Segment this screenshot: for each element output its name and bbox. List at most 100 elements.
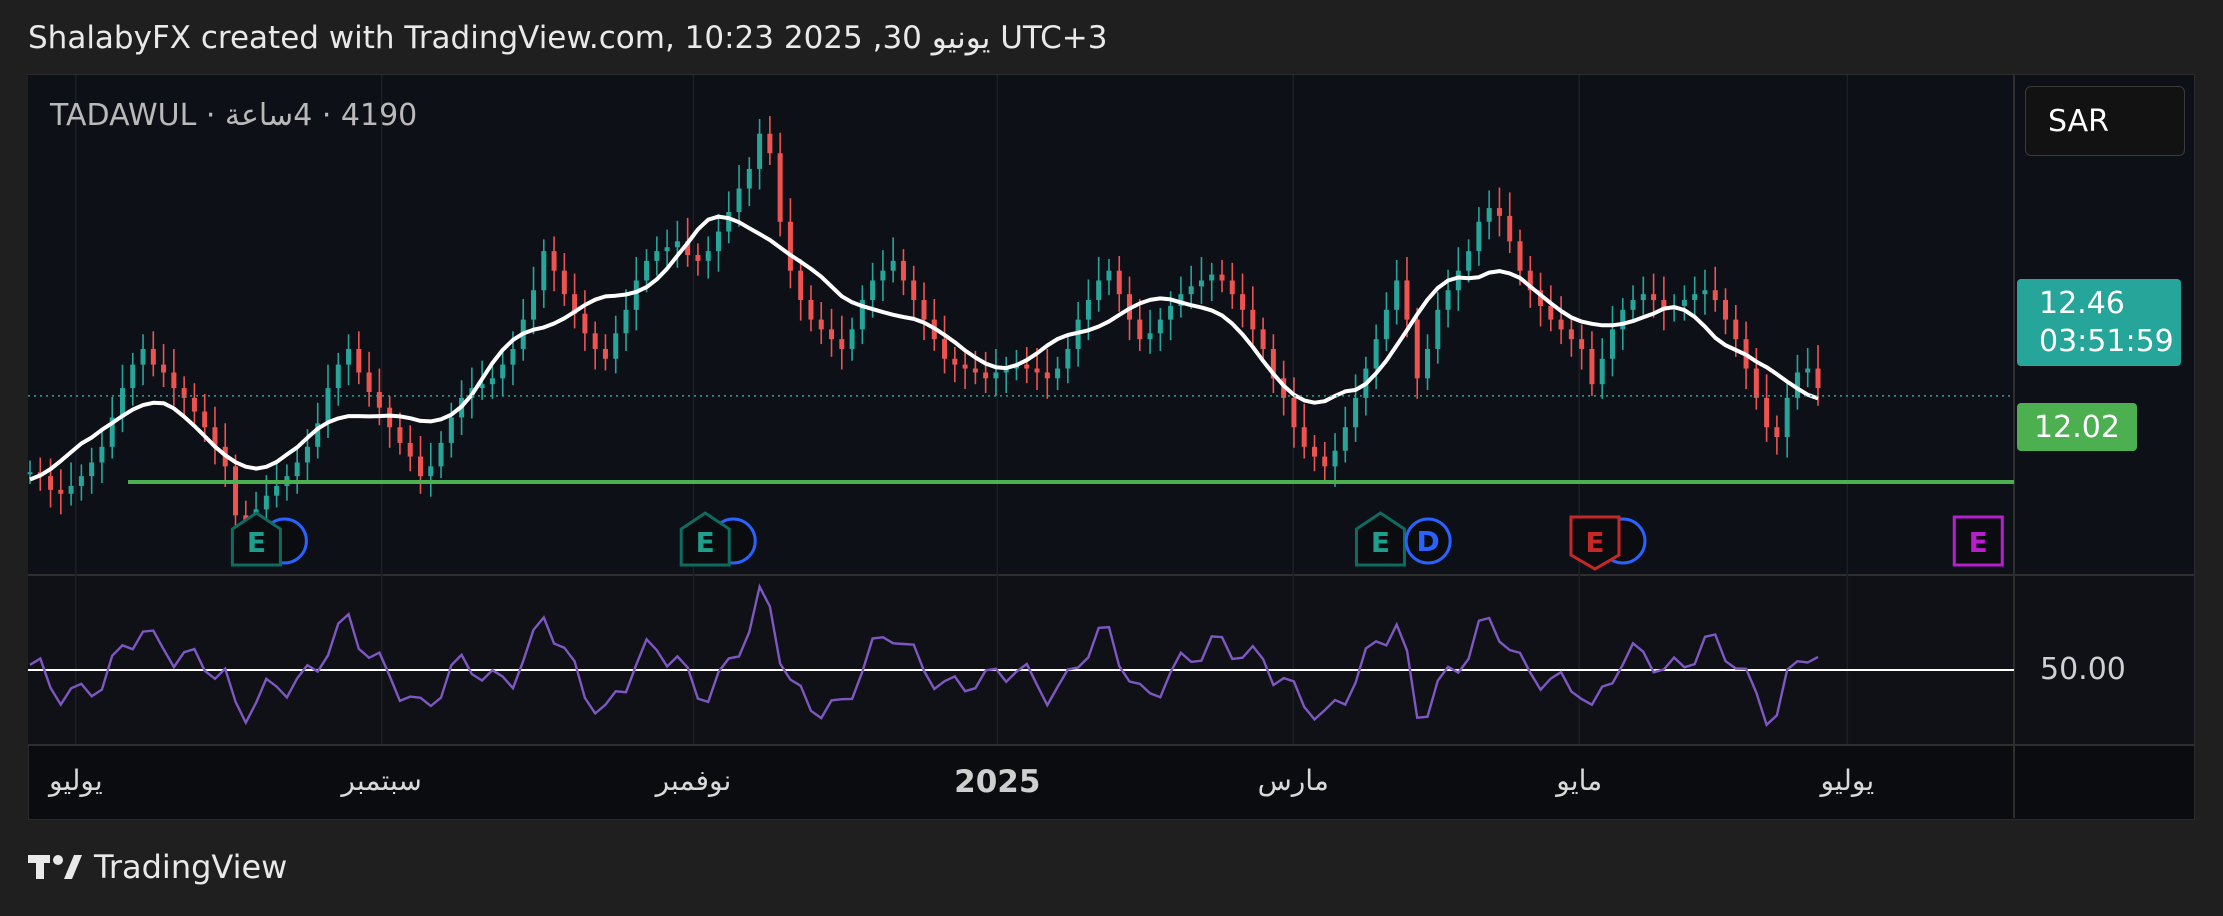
chart-canvas[interactable]: EEEDEE bbox=[0, 0, 2223, 916]
candle-body bbox=[541, 251, 547, 291]
candle-body bbox=[757, 133, 763, 169]
candle-body bbox=[890, 260, 896, 271]
support-price-tag: 12.02 bbox=[2017, 403, 2137, 451]
candle-body bbox=[736, 188, 742, 212]
candle-body bbox=[972, 368, 978, 373]
candle-body bbox=[952, 358, 958, 365]
candle-body bbox=[1753, 368, 1759, 398]
candle-body bbox=[1373, 339, 1379, 369]
candle-body bbox=[346, 348, 352, 365]
candle-body bbox=[1322, 456, 1328, 467]
candle-body bbox=[1229, 280, 1235, 295]
candle-body bbox=[551, 251, 557, 271]
candle-body bbox=[1198, 280, 1204, 287]
candle-body bbox=[407, 442, 413, 457]
candle-body bbox=[1168, 305, 1174, 320]
candle-body bbox=[428, 466, 434, 477]
candle-body bbox=[1445, 290, 1451, 310]
candle-body bbox=[633, 280, 639, 310]
candle-body bbox=[1774, 427, 1780, 438]
last-price-value: 12.46 bbox=[2039, 286, 2125, 321]
earnings-icon-letter: E bbox=[1969, 526, 1988, 559]
candle-body bbox=[1517, 241, 1523, 271]
candle-body bbox=[48, 476, 54, 490]
earnings-icon-letter: E bbox=[1585, 526, 1604, 559]
earnings-icon-letter: E bbox=[247, 526, 266, 559]
candle-body bbox=[1630, 300, 1636, 310]
candle-body bbox=[294, 462, 300, 477]
candle-body bbox=[911, 280, 917, 301]
footer-brand[interactable]: TradingView bbox=[28, 848, 287, 886]
candle-body bbox=[27, 472, 33, 475]
candle-body bbox=[695, 255, 701, 261]
candle-body bbox=[962, 364, 968, 369]
candle-body bbox=[1240, 294, 1246, 310]
candle-body bbox=[1157, 319, 1163, 334]
candle-body bbox=[1291, 397, 1297, 428]
candle-body bbox=[880, 270, 886, 281]
bar-countdown: 03:51:59 bbox=[2039, 324, 2174, 359]
candle-body bbox=[1024, 364, 1030, 369]
candle-body bbox=[1250, 309, 1256, 330]
time-axis-label: يوليو bbox=[1820, 764, 1875, 797]
candle-body bbox=[202, 411, 208, 428]
candle-body bbox=[1342, 427, 1348, 451]
candle-body bbox=[1394, 280, 1400, 310]
candle-body bbox=[1702, 290, 1708, 295]
candle-body bbox=[798, 270, 804, 301]
candle-body bbox=[1137, 319, 1143, 340]
candle-body bbox=[99, 446, 105, 463]
time-axis-label: مايو bbox=[1556, 764, 1603, 797]
time-axis-label: مارس bbox=[1257, 764, 1329, 797]
candle-body bbox=[489, 378, 495, 385]
candle-body bbox=[746, 168, 752, 189]
candle-body bbox=[1034, 368, 1040, 373]
candle-body bbox=[1414, 319, 1420, 379]
candle-body bbox=[1589, 348, 1595, 385]
candle-body bbox=[787, 221, 793, 271]
candle-body bbox=[417, 456, 423, 477]
candle-body bbox=[1065, 348, 1071, 369]
candle-body bbox=[715, 231, 721, 252]
candle-body bbox=[983, 372, 989, 379]
candle-body bbox=[674, 241, 680, 248]
currency-button[interactable]: SAR bbox=[2025, 86, 2185, 156]
candle-body bbox=[582, 313, 588, 334]
candle-body bbox=[89, 462, 95, 477]
candle-body bbox=[500, 364, 506, 379]
candle-body bbox=[140, 348, 146, 365]
candle-body bbox=[1609, 329, 1615, 359]
candle-body bbox=[274, 485, 280, 496]
footer-brand-label: TradingView bbox=[94, 848, 288, 886]
rsi-level-label: 50.00 bbox=[2040, 652, 2126, 687]
candle-body bbox=[602, 348, 608, 359]
candle-body bbox=[921, 300, 927, 320]
candle-body bbox=[1332, 450, 1338, 467]
candle-body bbox=[1096, 280, 1102, 301]
candle-body bbox=[150, 348, 156, 365]
candle-body bbox=[1311, 446, 1317, 457]
candle-body bbox=[130, 364, 136, 389]
candle-body bbox=[1435, 309, 1441, 349]
candle-body bbox=[58, 489, 64, 494]
candle-body bbox=[849, 329, 855, 349]
candle-body bbox=[726, 211, 732, 232]
candle-body bbox=[68, 485, 74, 494]
candle-body bbox=[1651, 294, 1657, 301]
candle-body bbox=[1579, 339, 1585, 349]
currency-label: SAR bbox=[2048, 103, 2109, 139]
candle-body bbox=[993, 372, 999, 379]
candle-body bbox=[1620, 309, 1626, 330]
candle-body bbox=[1805, 368, 1811, 373]
candle-body bbox=[1681, 300, 1687, 306]
dividend-icon-letter: D bbox=[1417, 525, 1440, 558]
candle-body bbox=[263, 495, 269, 510]
earnings-icon-letter: E bbox=[1371, 526, 1390, 559]
candle-body bbox=[448, 417, 454, 443]
candle-body bbox=[1784, 397, 1790, 438]
candle-body bbox=[1219, 274, 1225, 281]
price-pane-background bbox=[28, 75, 2194, 574]
candle-body bbox=[1640, 294, 1646, 301]
candle-body bbox=[438, 442, 444, 467]
candle-body bbox=[510, 348, 516, 365]
